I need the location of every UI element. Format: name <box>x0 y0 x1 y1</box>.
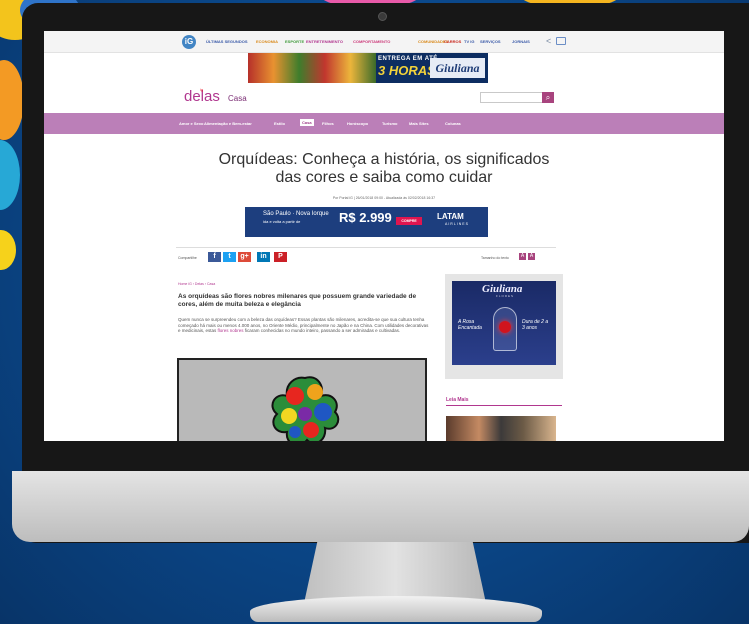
giuliana-logo-side-sub: FLORES <box>496 294 515 298</box>
monitor-chin <box>12 471 749 542</box>
side-ad-creative[interactable]: Giuliana FLORES A Rosa Encantada Dura de… <box>452 281 556 365</box>
font-size-label: Tamanho do texto <box>481 256 509 260</box>
pinterest-icon[interactable]: P <box>274 252 287 262</box>
ad-entrega-text: ENTREGA EM ATÉ <box>378 56 438 62</box>
top-nav-item[interactable]: ECONOMIA <box>256 39 278 45</box>
search-icon[interactable]: ⌕ <box>542 92 554 103</box>
monitor-stand <box>304 542 486 602</box>
category-item[interactable]: Filhos <box>322 121 334 126</box>
ig-logo[interactable]: iG <box>182 35 196 49</box>
top-nav-item[interactable]: ESPORTE <box>285 39 304 45</box>
section-title[interactable]: Casa <box>228 94 247 103</box>
article-image[interactable] <box>177 358 427 441</box>
mail-icon[interactable] <box>556 37 566 45</box>
article-lead: As orquídeas são flores nobres milenares… <box>178 293 417 308</box>
top-nav-item[interactable]: ÚLTIMAS SEGUNDOS <box>206 39 247 45</box>
category-item[interactable]: Casa <box>300 119 314 126</box>
portal-top-nav: iG ÚLTIMAS SEGUNDOS ECONOMIA ESPORTE ENTRET… <box>44 31 724 53</box>
browser-viewport: iG ÚLTIMAS SEGUNDOS ECONOMIA ESPORTE ENTRET… <box>44 31 724 441</box>
leia-mais-underline <box>446 405 562 406</box>
category-item[interactable]: Horóscopo <box>347 121 368 126</box>
top-nav-item[interactable]: SERVIÇOS <box>480 39 501 45</box>
breadcrumb[interactable]: Home iG › Delas › Casa <box>178 282 215 286</box>
side-ad-left-text: A Rosa Encantada <box>458 319 482 331</box>
ad-horas-text: 3 HORAS <box>378 63 436 78</box>
delas-logo-prefix: ig <box>200 87 204 92</box>
article-title-line2: das cores e saiba como cuidar <box>275 169 493 186</box>
banner-ad-latam[interactable]: São Paulo · Nova Iorque ida e volta a pa… <box>245 207 488 237</box>
font-decrease-button[interactable]: A <box>519 253 526 260</box>
top-nav-item[interactable]: TV IG <box>464 39 474 45</box>
share-label: Compartilhe <box>178 256 197 260</box>
share-icon[interactable]: < <box>546 37 551 46</box>
orchid-illustration <box>271 376 340 441</box>
red-rose <box>499 321 511 333</box>
font-increase-button[interactable]: A <box>528 253 535 260</box>
top-nav-item[interactable]: COMPORTAMENTO <box>353 39 390 45</box>
side-ad-right-text: Dura de 2 a 3 anos <box>522 319 549 331</box>
article-body: Quem nunca se surpreendeu com a beleza d… <box>178 317 429 334</box>
googleplus-icon[interactable]: g+ <box>238 252 251 262</box>
latam-logo: LATAM <box>437 212 464 221</box>
ad-compre-button[interactable]: COMPRE <box>396 217 422 225</box>
banner-ad-giuliana[interactable]: ENTREGA EM ATÉ 3 HORAS Giuliana <box>248 53 488 83</box>
category-item[interactable]: Alimentação e Bem-estar <box>204 121 252 126</box>
latam-logo-sub: AIRLINES <box>445 222 469 226</box>
linkedin-icon[interactable]: in <box>257 252 270 262</box>
leia-mais-heading: Leia Mais <box>446 397 469 403</box>
flores-nobres-link[interactable]: flores nobres <box>218 328 244 333</box>
top-nav-item[interactable]: JORNAIS <box>512 39 530 45</box>
ad-price: R$ 2.999 <box>339 210 392 225</box>
article-title: Orquídeas: Conheça a história, os signif… <box>164 151 604 187</box>
monitor-foot <box>250 596 542 622</box>
webcam <box>378 12 387 21</box>
giuliana-logo: Giuliana <box>430 58 485 78</box>
category-item[interactable]: Colunas <box>445 121 461 126</box>
category-item[interactable]: Estilo <box>274 121 285 126</box>
top-nav-item[interactable]: CARROS <box>444 39 461 45</box>
category-item[interactable]: Mais Sites <box>409 121 429 126</box>
leia-mais-thumbnail[interactable] <box>446 416 556 441</box>
flowers-photo <box>248 53 376 83</box>
article-title-line1: Orquídeas: Conheça a história, os signif… <box>218 151 550 168</box>
twitter-icon[interactable]: t <box>223 252 236 262</box>
category-item[interactable]: Turismo <box>382 121 397 126</box>
ad-route: São Paulo · Nova Iorque ida e volta a pa… <box>263 211 329 224</box>
facebook-icon[interactable]: f <box>208 252 221 262</box>
article-byline: Por Portal iG | 26/01/2018 09:00 - Atual… <box>332 196 436 200</box>
divider <box>176 247 556 248</box>
category-item[interactable]: Amor e Sexo <box>179 121 203 126</box>
top-nav-item[interactable]: ENTRETENIMENTO <box>306 39 343 45</box>
search-input[interactable] <box>480 92 544 103</box>
